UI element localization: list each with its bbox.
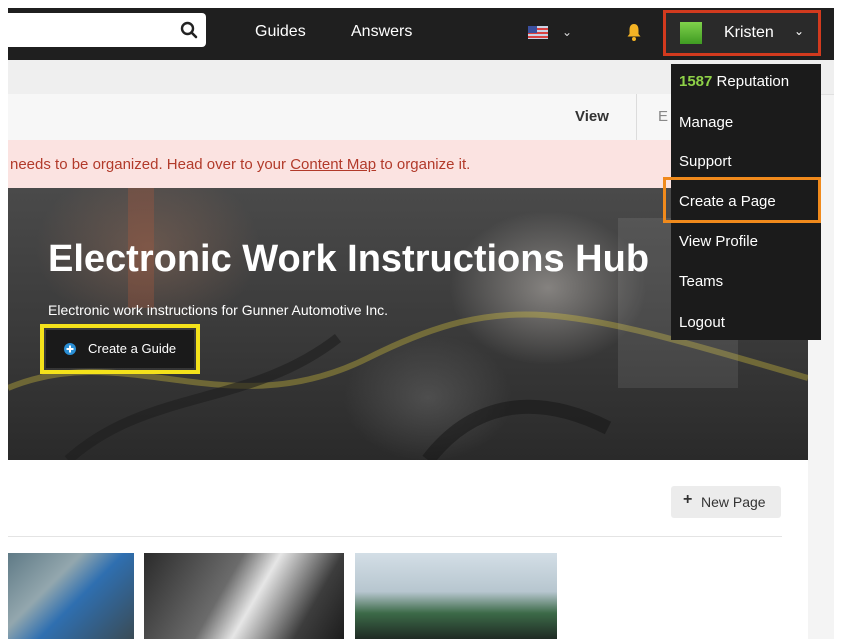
create-guide-button-inner[interactable]: Create a Guide (46, 330, 194, 368)
menu-item-view-profile[interactable]: View Profile (679, 233, 758, 250)
plus-icon: + (683, 491, 693, 508)
menu-item-logout[interactable]: Logout (679, 314, 725, 331)
menu-item-teams[interactable]: Teams (679, 273, 723, 290)
new-page-label: New Page (701, 494, 766, 510)
bell-icon[interactable] (626, 22, 642, 42)
new-page-button[interactable]: + New Page (671, 486, 781, 518)
content-map-link[interactable]: Content Map (290, 156, 376, 173)
guide-thumbnail[interactable] (8, 553, 134, 639)
chevron-down-icon[interactable]: ⌄ (562, 25, 572, 39)
alert-text-after: to organize it. (376, 156, 471, 173)
menu-item-reputation[interactable]: 1587 Reputation (679, 73, 789, 90)
app-window: Guides Answers ⌄ Kristen ⌄ View E needs … (8, 8, 834, 639)
menu-item-support[interactable]: Support (679, 153, 732, 170)
hero-title: Electronic Work Instructions Hub (48, 238, 650, 280)
top-nav-bar: Guides Answers ⌄ Kristen ⌄ (8, 8, 834, 60)
user-name: Kristen (724, 24, 774, 41)
flag-icon[interactable] (528, 26, 548, 39)
search-icon[interactable] (180, 21, 198, 39)
alert-text-before: needs to be organized. Head over to your (10, 156, 291, 173)
nav-answers-link[interactable]: Answers (351, 23, 412, 41)
tab-view[interactable]: View (575, 108, 609, 125)
tab-divider (636, 94, 637, 140)
reputation-value: 1587 (679, 73, 713, 90)
guide-thumbnail[interactable] (144, 553, 344, 639)
menu-item-create-page[interactable]: Create a Page (679, 193, 776, 210)
plus-circle-icon (64, 343, 76, 355)
create-guide-button[interactable]: Create a Guide (40, 324, 200, 374)
user-menu-button[interactable]: Kristen ⌄ (663, 10, 821, 56)
avatar (680, 22, 702, 44)
content-divider (8, 536, 782, 537)
nav-guides-link[interactable]: Guides (255, 23, 306, 41)
hero-subtitle: Electronic work instructions for Gunner … (48, 302, 389, 318)
tab-edit[interactable]: E (658, 108, 668, 125)
search-input[interactable] (8, 13, 206, 47)
guide-thumbnail[interactable] (355, 553, 557, 639)
menu-item-manage[interactable]: Manage (679, 114, 733, 131)
alert-message: needs to be organized. Head over to your… (10, 156, 470, 173)
content-area: + New Page (8, 460, 808, 639)
reputation-label: Reputation (716, 73, 790, 90)
create-guide-label: Create a Guide (88, 341, 177, 356)
user-chevron-down-icon: ⌄ (794, 24, 805, 38)
user-dropdown-menu: 1587 Reputation Manage Support Create a … (663, 64, 821, 340)
